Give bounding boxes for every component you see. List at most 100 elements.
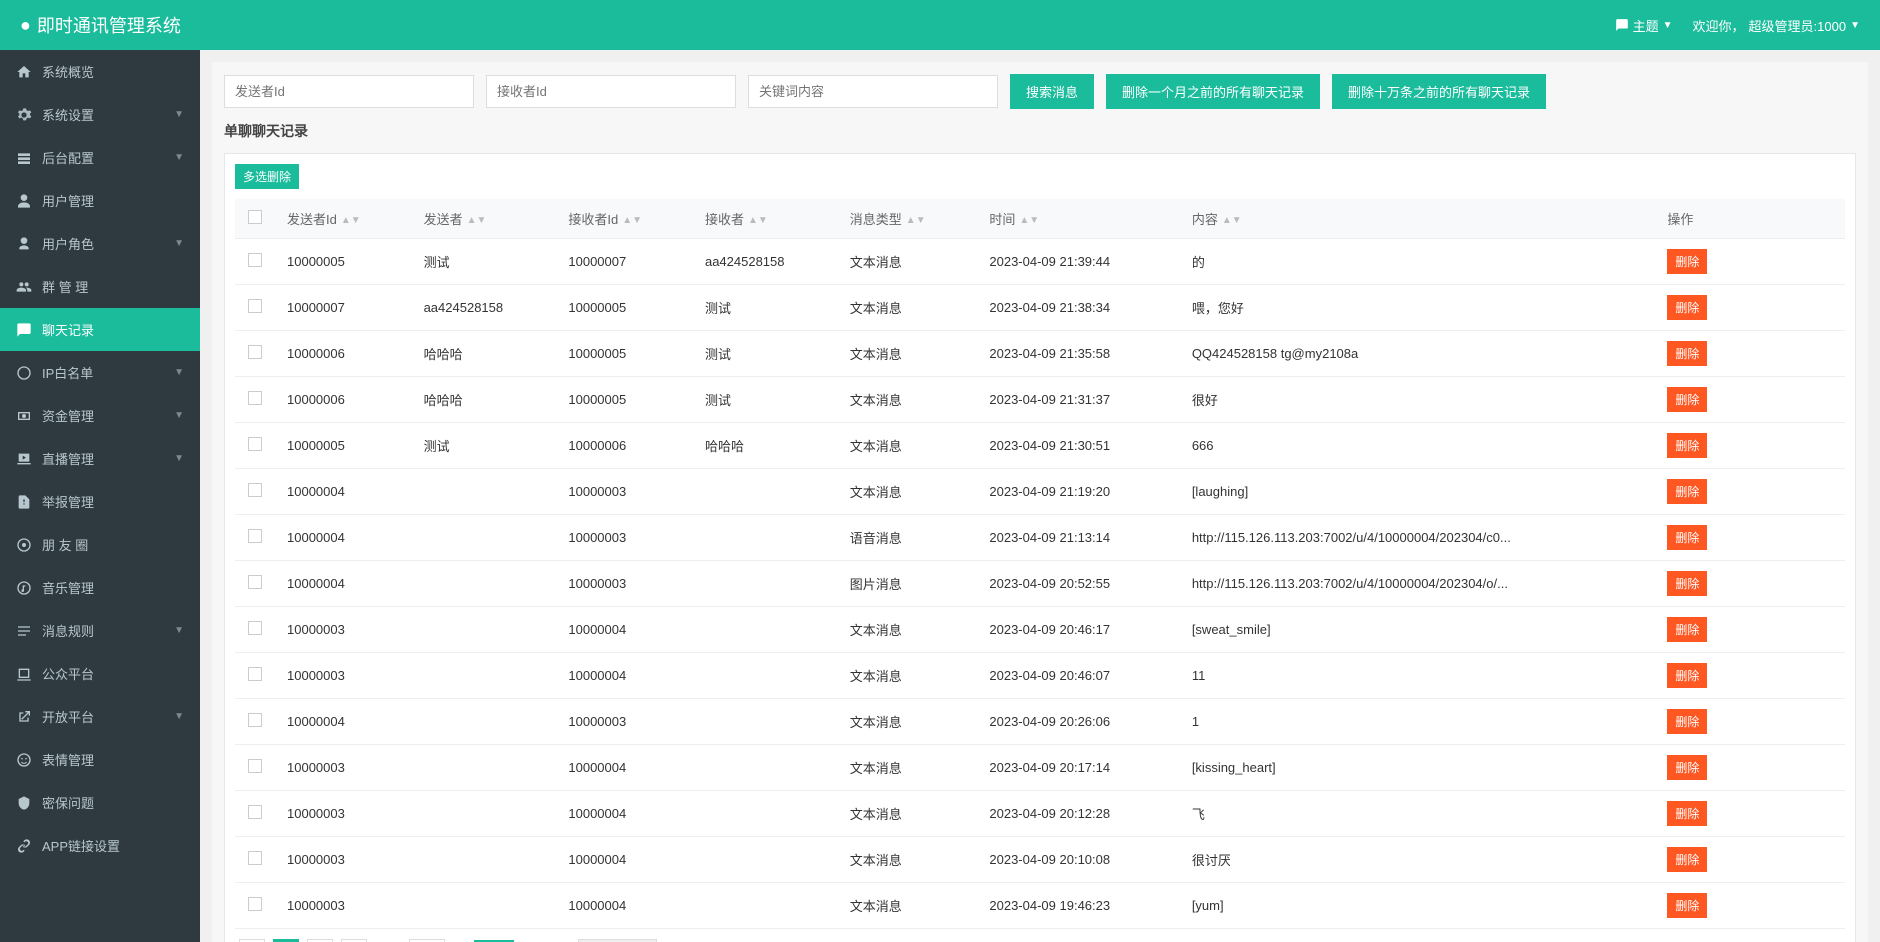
table-row: 10000006哈哈哈10000005测试文本消息2023-04-09 21:3… [235,377,1845,423]
col-sender-id[interactable]: 发送者Id▲▼ [275,199,412,239]
delete-row-button[interactable]: 删除 [1667,709,1707,734]
row-checkbox[interactable] [248,713,262,727]
cell-sender [412,791,557,837]
user-menu[interactable]: 欢迎你， 超级管理员:1000 ▼ [1693,16,1860,35]
row-checkbox[interactable] [248,621,262,635]
sidebar-item-16[interactable]: 表情管理 [0,738,200,781]
col-time[interactable]: 时间▲▼ [977,199,1179,239]
delete-row-button[interactable]: 删除 [1667,525,1707,550]
col-receiver[interactable]: 接收者▲▼ [693,199,838,239]
row-checkbox[interactable] [248,437,262,451]
sidebar-item-5[interactable]: 群 管 理 [0,265,200,308]
cell-type: 文本消息 [838,883,978,929]
select-all-checkbox[interactable] [248,210,262,224]
col-sender[interactable]: 发送者▲▼ [412,199,557,239]
sidebar-item-15[interactable]: 开放平台▼ [0,695,200,738]
sidebar-item-12[interactable]: 音乐管理 [0,566,200,609]
cell-receiver [693,653,838,699]
cell-receiver-id: 10000003 [556,515,693,561]
col-content[interactable]: 内容▲▼ [1180,199,1656,239]
sidebar-item-17[interactable]: 密保问题 [0,781,200,824]
cell-time: 2023-04-09 20:26:06 [977,699,1179,745]
row-checkbox[interactable] [248,667,262,681]
row-checkbox[interactable] [248,253,262,267]
row-checkbox[interactable] [248,345,262,359]
sidebar-item-9[interactable]: 直播管理 ▼ [0,437,200,480]
row-checkbox[interactable] [248,897,262,911]
multi-delete-button[interactable]: 多选删除 [235,164,299,189]
cell-content: 喂，您好 [1180,285,1656,331]
home-icon [16,64,32,80]
delete-row-button[interactable]: 删除 [1667,295,1707,320]
theme-switcher[interactable]: 主题 ▼ [1615,16,1673,35]
sidebar-item-3[interactable]: 用户管理 [0,179,200,222]
row-checkbox[interactable] [248,851,262,865]
sidebar-item-4[interactable]: 用户角色▼ [0,222,200,265]
delete-row-button[interactable]: 删除 [1667,755,1707,780]
sidebar-item-0[interactable]: 系统概览 [0,50,200,93]
caret-down-icon: ▼ [174,625,184,636]
receiver-id-input[interactable] [486,75,736,108]
sidebar-item-11[interactable]: 朋 友 圈 [0,523,200,566]
sidebar-item-8[interactable]: 资金管理▼ [0,394,200,437]
delete-row-button[interactable]: 删除 [1667,617,1707,642]
delete-row-button[interactable]: 删除 [1667,571,1707,596]
sidebar-item-label: 直播管理 [42,449,164,468]
open-icon [16,709,32,725]
sender-id-input[interactable] [224,75,474,108]
sidebar-item-6[interactable]: 聊天记录 [0,308,200,351]
cell-type: 文本消息 [838,653,978,699]
col-type[interactable]: 消息类型▲▼ [838,199,978,239]
delete-100k-button[interactable]: 删除十万条之前的所有聊天记录 [1332,74,1546,109]
sidebar-item-14[interactable]: 公众平台 [0,652,200,695]
cell-type: 文本消息 [838,837,978,883]
sidebar-item-7[interactable]: IP白名单▼ [0,351,200,394]
cell-content: [kissing_heart] [1180,745,1656,791]
row-checkbox[interactable] [248,805,262,819]
delete-row-button[interactable]: 删除 [1667,847,1707,872]
delete-row-button[interactable]: 删除 [1667,341,1707,366]
cell-receiver-id: 10000004 [556,653,693,699]
delete-row-button[interactable]: 删除 [1667,801,1707,826]
sidebar-item-2[interactable]: 后台配置▼ [0,136,200,179]
delete-row-button[interactable]: 删除 [1667,893,1707,918]
delete-month-button[interactable]: 删除一个月之前的所有聊天记录 [1106,74,1320,109]
cell-receiver-id: 10000004 [556,745,693,791]
table-row: 1000000410000003文本消息2023-04-09 21:19:20[… [235,469,1845,515]
row-checkbox[interactable] [248,575,262,589]
table-row: 1000000310000004文本消息2023-04-09 20:12:28飞… [235,791,1845,837]
row-checkbox[interactable] [248,529,262,543]
sidebar-item-10[interactable]: 举报管理 [0,480,200,523]
delete-row-button[interactable]: 删除 [1667,663,1707,688]
cell-receiver [693,791,838,837]
delete-row-button[interactable]: 删除 [1667,249,1707,274]
delete-row-button[interactable]: 删除 [1667,387,1707,412]
keyword-input[interactable] [748,75,998,108]
sidebar-item-1[interactable]: 系统设置▼ [0,93,200,136]
sidebar-item-label: 系统概览 [42,62,184,81]
row-checkbox[interactable] [248,483,262,497]
cell-action: 删除 [1655,469,1745,515]
row-checkbox[interactable] [248,759,262,773]
cell-time: 2023-04-09 20:10:08 [977,837,1179,883]
cell-sender: 测试 [412,423,557,469]
sidebar-item-18[interactable]: APP链接设置 [0,824,200,867]
cell-time: 2023-04-09 20:52:55 [977,561,1179,607]
sort-icon: ▲▼ [906,218,926,224]
money-icon [16,408,32,424]
table-row: 1000000310000004文本消息2023-04-09 20:46:17[… [235,607,1845,653]
delete-row-button[interactable]: 删除 [1667,433,1707,458]
row-checkbox[interactable] [248,391,262,405]
cell-type: 文本消息 [838,285,978,331]
welcome-prefix: 欢迎你， [1693,16,1745,35]
cell-sender-id: 10000003 [275,653,412,699]
main-content: 搜索消息 删除一个月之前的所有聊天记录 删除十万条之前的所有聊天记录 单聊聊天记… [200,50,1880,942]
caret-down-icon: ▼ [174,453,184,464]
col-receiver-id[interactable]: 接收者Id▲▼ [556,199,693,239]
sidebar-item-13[interactable]: 消息规则▼ [0,609,200,652]
search-button[interactable]: 搜索消息 [1010,74,1094,109]
cell-receiver [693,883,838,929]
cell-receiver: aa424528158 [693,239,838,285]
delete-row-button[interactable]: 删除 [1667,479,1707,504]
row-checkbox[interactable] [248,299,262,313]
